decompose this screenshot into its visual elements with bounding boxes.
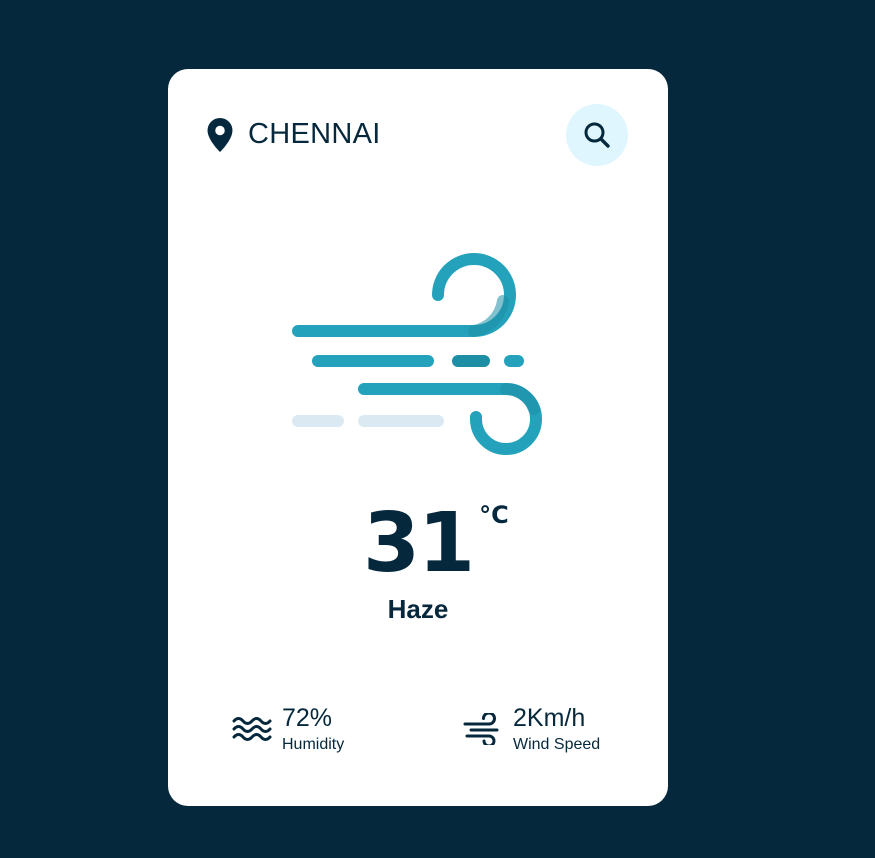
humidity-value: 72% <box>282 704 333 732</box>
wind-speed-label: Wind Speed <box>513 736 601 753</box>
wind-speed-value: 2Km/h <box>513 704 586 732</box>
temperature-number: 31 <box>362 496 475 591</box>
temperature-unit: °C <box>479 501 509 529</box>
weather-description: Haze <box>387 594 449 624</box>
weather-card: CHENNAI 31 °C Haze 72% Humidity 2Km/h Wi… <box>168 69 668 806</box>
city-name: CHENNAI <box>248 118 381 150</box>
search-icon <box>584 122 610 148</box>
wind-haze-icon <box>292 253 542 455</box>
temperature-block: 31 °C <box>168 499 668 589</box>
weather-details: 72% Humidity 2Km/h Wind Speed <box>168 701 668 761</box>
humidity-label: Humidity <box>282 736 345 753</box>
waves-icon <box>232 717 272 741</box>
temperature-value: 31 °C <box>362 496 509 591</box>
header: CHENNAI <box>206 104 628 166</box>
search-button[interactable] <box>566 104 628 166</box>
wind-icon <box>463 713 499 745</box>
map-pin-icon <box>207 118 233 152</box>
